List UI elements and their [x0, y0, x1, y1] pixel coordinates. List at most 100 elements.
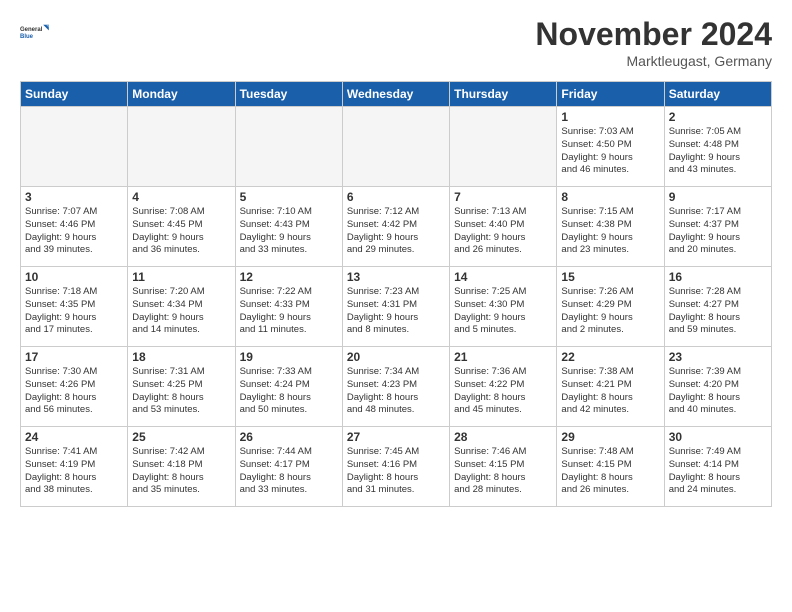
day-info: Sunrise: 7:30 AM Sunset: 4:26 PM Dayligh… [25, 366, 123, 417]
col-tuesday: Tuesday [235, 82, 342, 107]
col-thursday: Thursday [450, 82, 557, 107]
day-info: Sunrise: 7:07 AM Sunset: 4:46 PM Dayligh… [25, 206, 123, 257]
day-info: Sunrise: 7:15 AM Sunset: 4:38 PM Dayligh… [561, 206, 659, 257]
day-cell: 16 Sunrise: 7:28 AM Sunset: 4:27 PM Dayli… [664, 267, 771, 347]
day-cell: 3 Sunrise: 7:07 AM Sunset: 4:46 PM Daylig… [21, 187, 128, 267]
day-info: Sunrise: 7:48 AM Sunset: 4:15 PM Dayligh… [561, 446, 659, 497]
day-info: Sunrise: 7:12 AM Sunset: 4:42 PM Dayligh… [347, 206, 445, 257]
day-cell: 30 Sunrise: 7:49 AM Sunset: 4:14 PM Dayli… [664, 427, 771, 507]
week-row-1: 1 Sunrise: 7:03 AM Sunset: 4:50 PM Daylig… [21, 107, 772, 187]
day-cell: 17Sunrise: 7:30 AM Sunset: 4:26 PM Dayli… [21, 347, 128, 427]
day-number: 21 [454, 350, 552, 364]
day-info: Sunrise: 7:20 AM Sunset: 4:34 PM Dayligh… [132, 286, 230, 337]
day-number: 8 [561, 190, 659, 204]
day-info: Sunrise: 7:31 AM Sunset: 4:25 PM Dayligh… [132, 366, 230, 417]
col-sunday: Sunday [21, 82, 128, 107]
day-cell: 6Sunrise: 7:12 AM Sunset: 4:42 PM Daylig… [342, 187, 449, 267]
day-number: 18 [132, 350, 230, 364]
day-cell [235, 107, 342, 187]
day-number: 11 [132, 270, 230, 284]
day-cell: 2 Sunrise: 7:05 AM Sunset: 4:48 PM Daylig… [664, 107, 771, 187]
day-info: Sunrise: 7:03 AM Sunset: 4:50 PM Dayligh… [561, 126, 659, 177]
day-cell: 14 Sunrise: 7:25 AM Sunset: 4:30 PM Dayli… [450, 267, 557, 347]
day-number: 5 [240, 190, 338, 204]
calendar: Sunday Monday Tuesday Wednesday Thursday… [20, 81, 772, 507]
page: GeneralBlue November 2024 Marktleugast, … [0, 0, 792, 517]
week-row-2: 3 Sunrise: 7:07 AM Sunset: 4:46 PM Daylig… [21, 187, 772, 267]
day-cell: 11 Sunrise: 7:20 AM Sunset: 4:34 PM Dayli… [128, 267, 235, 347]
day-cell: 4 Sunrise: 7:08 AM Sunset: 4:45 PM Daylig… [128, 187, 235, 267]
day-info: Sunrise: 7:38 AM Sunset: 4:21 PM Dayligh… [561, 366, 659, 417]
day-number: 1 [561, 110, 659, 124]
col-wednesday: Wednesday [342, 82, 449, 107]
day-cell: 7Sunrise: 7:13 AM Sunset: 4:40 PM Daylig… [450, 187, 557, 267]
day-number: 13 [347, 270, 445, 284]
day-number: 10 [25, 270, 123, 284]
day-cell: 5 Sunrise: 7:10 AM Sunset: 4:43 PM Daylig… [235, 187, 342, 267]
day-info: Sunrise: 7:39 AM Sunset: 4:20 PM Dayligh… [669, 366, 767, 417]
day-cell: 12 Sunrise: 7:22 AM Sunset: 4:33 PM Dayli… [235, 267, 342, 347]
day-cell: 24Sunrise: 7:41 AM Sunset: 4:19 PM Dayli… [21, 427, 128, 507]
day-number: 19 [240, 350, 338, 364]
day-cell: 20 Sunrise: 7:34 AM Sunset: 4:23 PM Dayli… [342, 347, 449, 427]
day-number: 25 [132, 430, 230, 444]
week-row-4: 17Sunrise: 7:30 AM Sunset: 4:26 PM Dayli… [21, 347, 772, 427]
day-number: 3 [25, 190, 123, 204]
day-cell: 1 Sunrise: 7:03 AM Sunset: 4:50 PM Daylig… [557, 107, 664, 187]
day-cell: 29Sunrise: 7:48 AM Sunset: 4:15 PM Dayli… [557, 427, 664, 507]
day-cell: 15 Sunrise: 7:26 AM Sunset: 4:29 PM Dayli… [557, 267, 664, 347]
day-number: 30 [669, 430, 767, 444]
week-row-3: 10 Sunrise: 7:18 AM Sunset: 4:35 PM Dayli… [21, 267, 772, 347]
day-cell: 28 Sunrise: 7:46 AM Sunset: 4:15 PM Dayli… [450, 427, 557, 507]
day-info: Sunrise: 7:45 AM Sunset: 4:16 PM Dayligh… [347, 446, 445, 497]
day-info: Sunrise: 7:49 AM Sunset: 4:14 PM Dayligh… [669, 446, 767, 497]
day-cell: 19Sunrise: 7:33 AM Sunset: 4:24 PM Dayli… [235, 347, 342, 427]
day-info: Sunrise: 7:08 AM Sunset: 4:45 PM Dayligh… [132, 206, 230, 257]
week-row-5: 24Sunrise: 7:41 AM Sunset: 4:19 PM Dayli… [21, 427, 772, 507]
day-number: 15 [561, 270, 659, 284]
day-info: Sunrise: 7:17 AM Sunset: 4:37 PM Dayligh… [669, 206, 767, 257]
header-row: Sunday Monday Tuesday Wednesday Thursday… [21, 82, 772, 107]
day-cell: 10 Sunrise: 7:18 AM Sunset: 4:35 PM Dayli… [21, 267, 128, 347]
header: GeneralBlue November 2024 Marktleugast, … [20, 16, 772, 69]
logo-icon: GeneralBlue [20, 16, 52, 48]
day-cell: 21Sunrise: 7:36 AM Sunset: 4:22 PM Dayli… [450, 347, 557, 427]
day-info: Sunrise: 7:42 AM Sunset: 4:18 PM Dayligh… [132, 446, 230, 497]
day-info: Sunrise: 7:34 AM Sunset: 4:23 PM Dayligh… [347, 366, 445, 417]
day-cell: 26 Sunrise: 7:44 AM Sunset: 4:17 PM Dayli… [235, 427, 342, 507]
day-info: Sunrise: 7:18 AM Sunset: 4:35 PM Dayligh… [25, 286, 123, 337]
day-number: 14 [454, 270, 552, 284]
day-number: 4 [132, 190, 230, 204]
day-cell [21, 107, 128, 187]
day-info: Sunrise: 7:26 AM Sunset: 4:29 PM Dayligh… [561, 286, 659, 337]
col-friday: Friday [557, 82, 664, 107]
day-number: 9 [669, 190, 767, 204]
col-saturday: Saturday [664, 82, 771, 107]
day-info: Sunrise: 7:10 AM Sunset: 4:43 PM Dayligh… [240, 206, 338, 257]
day-number: 24 [25, 430, 123, 444]
location: Marktleugast, Germany [535, 53, 772, 69]
svg-text:Blue: Blue [20, 34, 34, 40]
day-number: 28 [454, 430, 552, 444]
svg-text:General: General [20, 27, 43, 33]
day-info: Sunrise: 7:44 AM Sunset: 4:17 PM Dayligh… [240, 446, 338, 497]
logo: GeneralBlue [20, 16, 52, 48]
day-cell: 25 Sunrise: 7:42 AM Sunset: 4:18 PM Dayli… [128, 427, 235, 507]
day-number: 2 [669, 110, 767, 124]
day-info: Sunrise: 7:28 AM Sunset: 4:27 PM Dayligh… [669, 286, 767, 337]
day-number: 16 [669, 270, 767, 284]
day-number: 20 [347, 350, 445, 364]
day-number: 26 [240, 430, 338, 444]
day-info: Sunrise: 7:22 AM Sunset: 4:33 PM Dayligh… [240, 286, 338, 337]
day-info: Sunrise: 7:05 AM Sunset: 4:48 PM Dayligh… [669, 126, 767, 177]
day-info: Sunrise: 7:25 AM Sunset: 4:30 PM Dayligh… [454, 286, 552, 337]
day-cell [342, 107, 449, 187]
title-area: November 2024 Marktleugast, Germany [535, 16, 772, 69]
day-info: Sunrise: 7:46 AM Sunset: 4:15 PM Dayligh… [454, 446, 552, 497]
day-number: 7 [454, 190, 552, 204]
day-cell [128, 107, 235, 187]
day-cell: 23Sunrise: 7:39 AM Sunset: 4:20 PM Dayli… [664, 347, 771, 427]
day-cell: 9 Sunrise: 7:17 AM Sunset: 4:37 PM Daylig… [664, 187, 771, 267]
col-monday: Monday [128, 82, 235, 107]
day-number: 12 [240, 270, 338, 284]
